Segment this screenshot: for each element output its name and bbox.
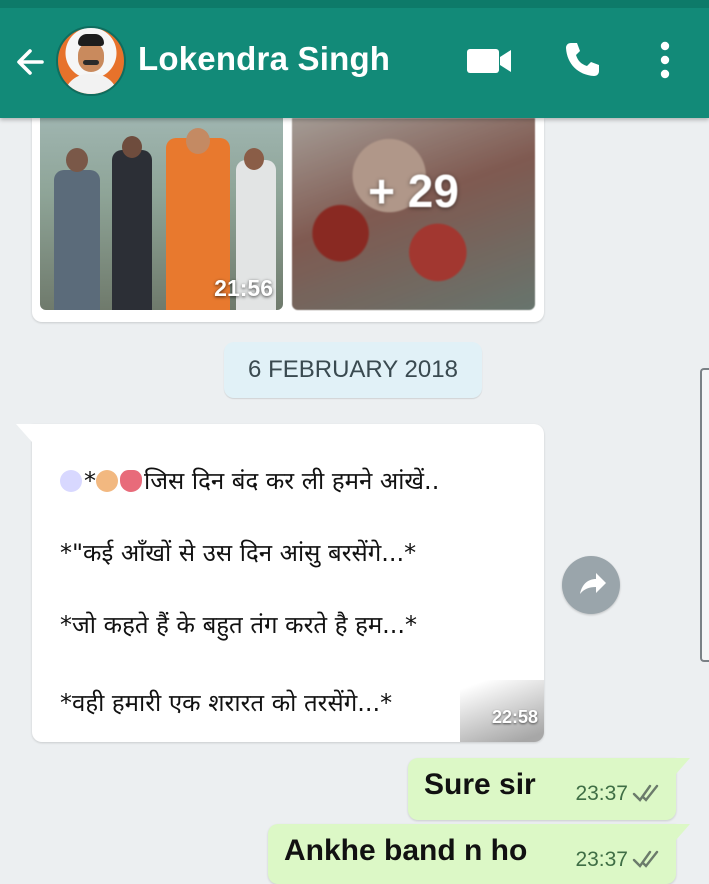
chat-header: Lokendra Singh	[0, 0, 709, 118]
more-vert-icon[interactable]	[650, 38, 680, 82]
message-line-prefix: *	[84, 467, 96, 495]
message-line: * जिस दिन बंद कर ली हमने आंखें..	[60, 464, 439, 497]
photo-thumbnail[interactable]: 21:56	[40, 118, 283, 310]
forward-button[interactable]	[562, 556, 620, 614]
message-time: 23:37	[575, 848, 628, 871]
heart-emoji-icon	[120, 470, 142, 492]
contact-name[interactable]: Lokendra Singh	[138, 40, 390, 78]
back-arrow-icon[interactable]	[12, 44, 48, 80]
message-line: *वही हमारी एक शरारत को तरसेंगे...*	[60, 689, 393, 717]
avatar[interactable]	[56, 26, 126, 96]
angel-emoji-icon	[96, 470, 118, 492]
message-text: Ankhe band n ho	[284, 834, 528, 867]
message-time: 23:37	[575, 782, 628, 805]
thumbnail-time: 21:56	[214, 275, 273, 301]
video-call-icon[interactable]	[466, 44, 512, 78]
media-album-message[interactable]: 21:56 + 29	[32, 118, 544, 322]
more-photos-count: + 29	[368, 165, 459, 217]
incoming-message[interactable]: * जिस दिन बंद कर ली हमने आंखें.. *"कई आँख…	[16, 424, 544, 742]
outgoing-message[interactable]: Sure sir 23:37	[408, 758, 690, 820]
double-check-icon	[632, 850, 659, 868]
message-line-text: जिस दिन बंद कर ली हमने आंखें..	[144, 467, 440, 495]
more-photos-thumbnail[interactable]: + 29	[292, 118, 535, 310]
message-line: *"कई आँखों से उस दिन आंसु बरसेंगे...*	[60, 539, 417, 567]
message-text: Sure sir	[424, 768, 536, 801]
date-separator: 6 FEBRUARY 2018	[224, 342, 482, 398]
status-bar	[0, 0, 709, 8]
chat-area[interactable]: 21:56 + 29 6 FEBRUARY 2018 * जिस दिन बंद …	[0, 118, 709, 884]
message-time: 22:58	[491, 707, 538, 727]
forward-arrow-icon	[580, 573, 606, 594]
side-panel-edge	[700, 368, 709, 662]
double-check-icon	[632, 784, 659, 802]
phone-icon[interactable]	[562, 40, 602, 80]
outgoing-message[interactable]: Ankhe band n ho 23:37	[268, 824, 690, 884]
hand-emoji-icon	[60, 470, 82, 492]
message-line: *जो कहते हैं के बहुत तंग करते है हम...*	[60, 611, 418, 639]
